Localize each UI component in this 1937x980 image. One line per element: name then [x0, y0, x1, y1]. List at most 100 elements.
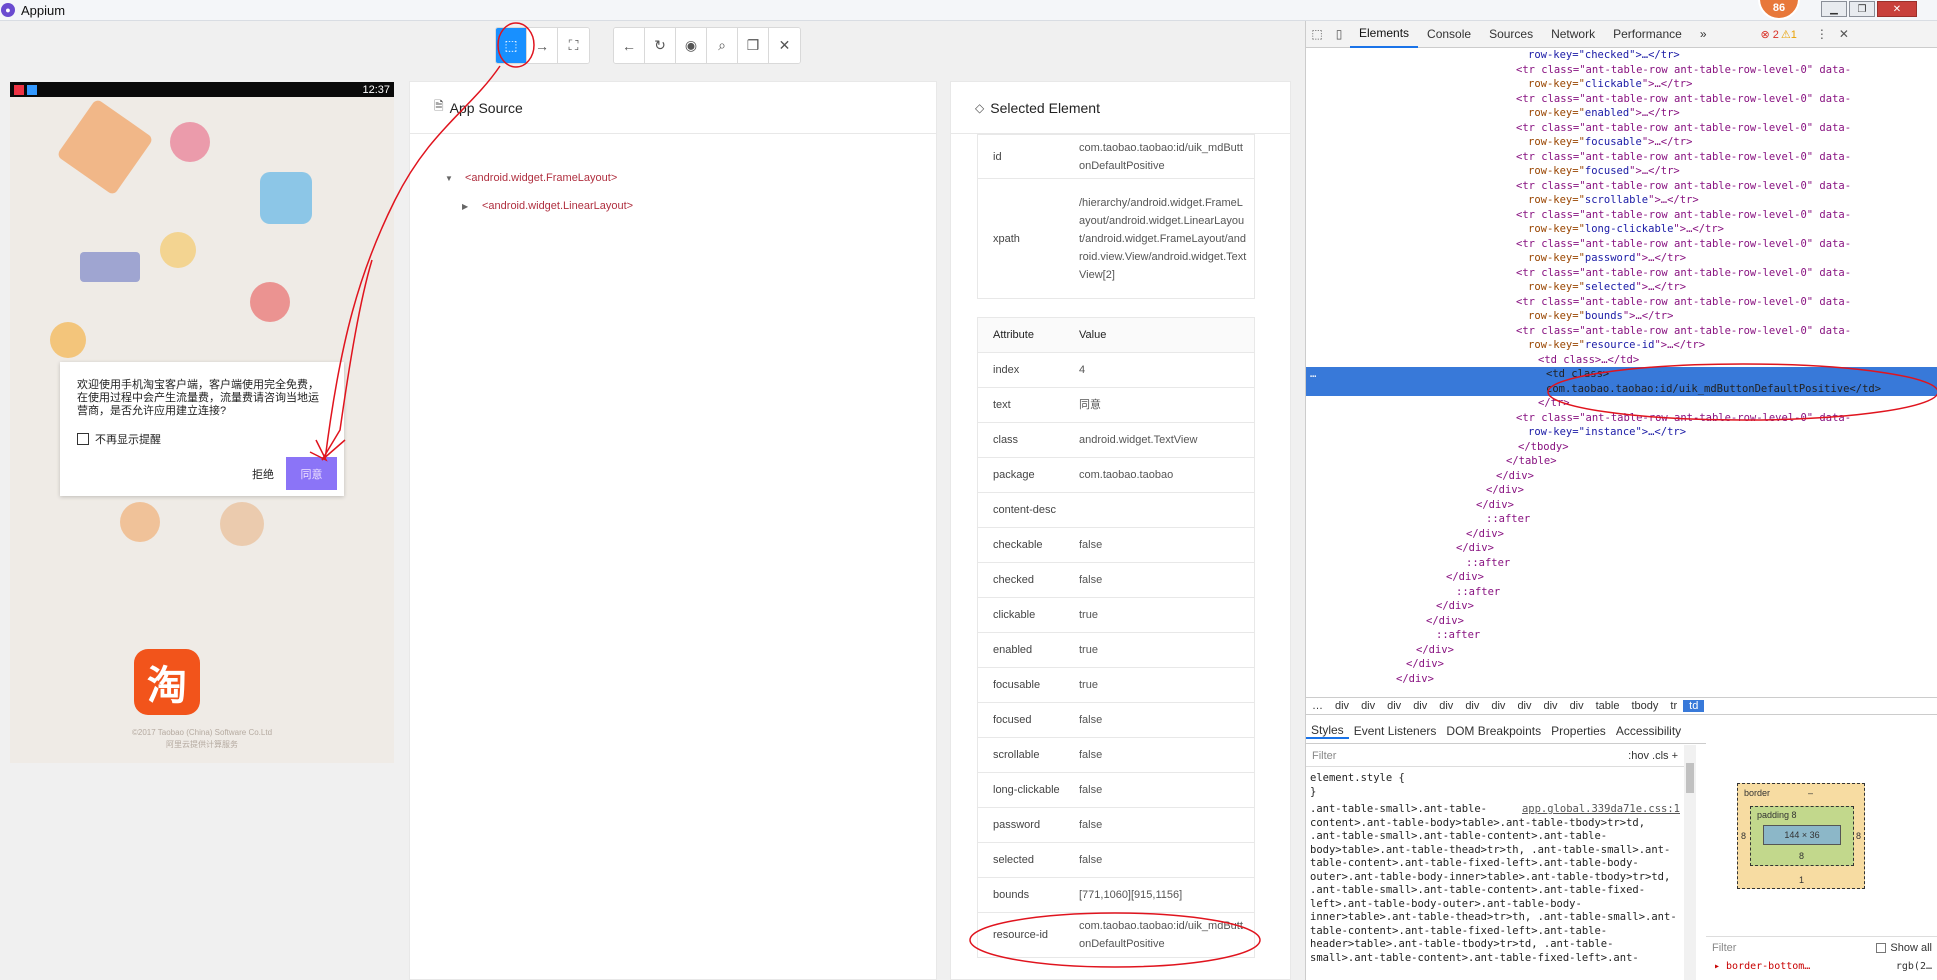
dom-line[interactable]: </div>	[1496, 469, 1534, 484]
dom-line-rowkey[interactable]: row-key="focusable">…</tr>	[1528, 135, 1692, 150]
dom-line[interactable]: row-key="checked">…</tr>	[1528, 48, 1680, 63]
refuse-button[interactable]: 拒绝	[252, 466, 274, 482]
select-elements-button[interactable]: ⬚	[496, 28, 527, 63]
dom-line[interactable]: </div>	[1396, 672, 1434, 687]
breadcrumb-item[interactable]: tbody	[1625, 700, 1664, 712]
minimize-button[interactable]: ▁	[1821, 1, 1847, 17]
dom-line[interactable]: </table>	[1506, 454, 1557, 469]
error-count[interactable]: ⊗ 2	[1761, 28, 1779, 41]
breadcrumb-item[interactable]: div	[1433, 700, 1459, 712]
checkbox-box[interactable]	[77, 433, 89, 445]
dont-show-checkbox[interactable]: 不再显示提醒	[77, 431, 327, 447]
dom-line-td-text[interactable]: com.taobao.taobao:id/uik_mdButtonDefault…	[1546, 382, 1881, 397]
dom-line[interactable]: row-key="instance">…</tr>	[1528, 425, 1686, 440]
dom-line-tr[interactable]: <tr class="ant-table-row ant-table-row-l…	[1516, 411, 1851, 426]
breadcrumb-item[interactable]: div	[1407, 700, 1433, 712]
breadcrumb-item[interactable]: tr	[1664, 700, 1683, 712]
copy-xml-button[interactable]: ❐	[738, 28, 769, 63]
dom-line-rowkey[interactable]: row-key="clickable">…</tr>	[1528, 77, 1692, 92]
tab-network[interactable]: Network	[1542, 21, 1604, 48]
caret-right-icon[interactable]: ▶	[462, 202, 470, 211]
dom-line-tr[interactable]: <tr class="ant-table-row ant-table-row-l…	[1516, 179, 1851, 194]
dom-line[interactable]: ::after	[1436, 628, 1480, 643]
device-screenshot[interactable]: 12:37 欢迎使用手机淘宝客户端，客户端使用完全免费，在使用过程中会产生流量费…	[10, 82, 394, 763]
tab-sources[interactable]: Sources	[1480, 21, 1542, 48]
dom-line-td-open[interactable]: <td class>	[1546, 367, 1609, 382]
dom-line-rowkey[interactable]: row-key="resource-id">…</tr>	[1528, 338, 1705, 353]
dom-line[interactable]: </div>	[1446, 570, 1484, 585]
dom-line-tr[interactable]: <tr class="ant-table-row ant-table-row-l…	[1516, 324, 1851, 339]
dom-line-tr[interactable]: <tr class="ant-table-row ant-table-row-l…	[1516, 121, 1851, 136]
styles-tab[interactable]: Event Listeners	[1349, 724, 1442, 738]
dom-selected-node[interactable]: … <td class> com.taobao.taobao:id/uik_mdBu…	[1306, 367, 1937, 396]
dom-line[interactable]: ::after	[1466, 556, 1510, 571]
dom-line[interactable]: </tbody>	[1518, 440, 1569, 455]
styles-tab[interactable]: DOM Breakpoints	[1441, 724, 1546, 738]
device-toggle-icon[interactable]: ▯	[1328, 27, 1350, 41]
breadcrumb-item[interactable]: div	[1511, 700, 1537, 712]
dom-more-icon[interactable]: …	[1310, 367, 1316, 382]
breadcrumb-item[interactable]: div	[1564, 700, 1590, 712]
dom-line-tr[interactable]: <tr class="ant-table-row ant-table-row-l…	[1516, 237, 1851, 252]
breadcrumb-item[interactable]: div	[1381, 700, 1407, 712]
dom-line-rowkey[interactable]: row-key="focused">…</tr>	[1528, 164, 1680, 179]
more-tabs-button[interactable]: »	[1691, 21, 1716, 48]
styles-filter-input[interactable]: Filter	[1312, 750, 1336, 762]
tab-performance[interactable]: Performance	[1604, 21, 1691, 48]
quit-session-button[interactable]: ✕	[769, 28, 800, 63]
caret-down-icon[interactable]: ▼	[445, 174, 453, 183]
breadcrumb-item[interactable]: div	[1329, 700, 1355, 712]
tab-elements[interactable]: Elements	[1350, 21, 1419, 48]
styles-tab[interactable]: Properties	[1546, 724, 1611, 738]
maximize-button[interactable]: ❐	[1849, 1, 1875, 17]
inspect-icon[interactable]: ⬚	[1306, 27, 1328, 41]
dom-line-rowkey[interactable]: row-key="enabled">…</tr>	[1528, 106, 1680, 121]
dom-line[interactable]: </div>	[1456, 541, 1494, 556]
dom-line-td[interactable]: <td class>…</td>	[1538, 353, 1639, 368]
close-devtools-icon[interactable]: ✕	[1833, 27, 1855, 41]
dom-line-tr[interactable]: <tr class="ant-table-row ant-table-row-l…	[1516, 208, 1851, 223]
tap-coordinates-button[interactable]: ⛶	[558, 28, 589, 63]
dom-line-tr[interactable]: <tr class="ant-table-row ant-table-row-l…	[1516, 295, 1851, 310]
dom-line-tr[interactable]: <tr class="ant-table-row ant-table-row-l…	[1516, 92, 1851, 107]
breadcrumb-item[interactable]: …	[1306, 700, 1329, 712]
dom-line-rowkey[interactable]: row-key="selected">…</tr>	[1528, 280, 1686, 295]
breadcrumb-item[interactable]: div	[1355, 700, 1381, 712]
dom-line[interactable]: </div>	[1406, 657, 1444, 672]
breadcrumb-item[interactable]: div	[1538, 700, 1564, 712]
warning-count[interactable]: ⚠1	[1781, 28, 1797, 41]
breadcrumb-item[interactable]: div	[1485, 700, 1511, 712]
breadcrumb-item[interactable]: div	[1459, 700, 1485, 712]
dom-line[interactable]: </div>	[1486, 483, 1524, 498]
dom-line-tr[interactable]: <tr class="ant-table-row ant-table-row-l…	[1516, 150, 1851, 165]
dom-line-rowkey[interactable]: row-key="password">…</tr>	[1528, 251, 1686, 266]
dom-line[interactable]: ::after	[1486, 512, 1530, 527]
dom-line[interactable]: </div>	[1426, 614, 1464, 629]
dom-line[interactable]: </tr>	[1538, 396, 1570, 411]
breadcrumb-item[interactable]: td	[1683, 700, 1705, 712]
styles-tab[interactable]: Styles	[1306, 723, 1349, 739]
css-source-link[interactable]: app.global.339da71e.css:1	[1522, 803, 1680, 817]
refresh-button[interactable]: ↻	[645, 28, 676, 63]
scrollbar-thumb[interactable]	[1686, 763, 1694, 793]
dom-line[interactable]: </div>	[1416, 643, 1454, 658]
styles-tab[interactable]: Accessibility	[1611, 724, 1686, 738]
close-window-button[interactable]: ✕	[1877, 1, 1917, 17]
dom-line[interactable]: </div>	[1476, 498, 1514, 513]
computed-filter-input[interactable]: Filter	[1712, 942, 1736, 954]
computed-property-row[interactable]: ▸ border-bottom… rgb(2…	[1706, 961, 1937, 972]
breadcrumb-item[interactable]: table	[1590, 700, 1626, 712]
dom-line-tr[interactable]: <tr class="ant-table-row ant-table-row-l…	[1516, 63, 1851, 78]
dom-line-rowkey[interactable]: row-key="scrollable">…</tr>	[1528, 193, 1699, 208]
dom-line-rowkey[interactable]: row-key="bounds">…</tr>	[1528, 309, 1673, 324]
toggle-visibility-button[interactable]: ◉	[676, 28, 707, 63]
dom-tree[interactable]: row-key="checked">…</tr> <tr class="ant-t…	[1306, 48, 1937, 696]
dom-line[interactable]: </div>	[1466, 527, 1504, 542]
kebab-menu-icon[interactable]: ⋮	[1811, 27, 1833, 41]
styles-scrollbar[interactable]	[1684, 745, 1696, 980]
dom-line-tr[interactable]: <tr class="ant-table-row ant-table-row-l…	[1516, 266, 1851, 281]
dom-line[interactable]: ::after	[1456, 585, 1500, 600]
show-all-checkbox[interactable]	[1876, 942, 1887, 953]
tree-node-framelayout[interactable]: ▼ <android.widget.FrameLayout>	[445, 172, 617, 184]
dom-line[interactable]: </div>	[1436, 599, 1474, 614]
